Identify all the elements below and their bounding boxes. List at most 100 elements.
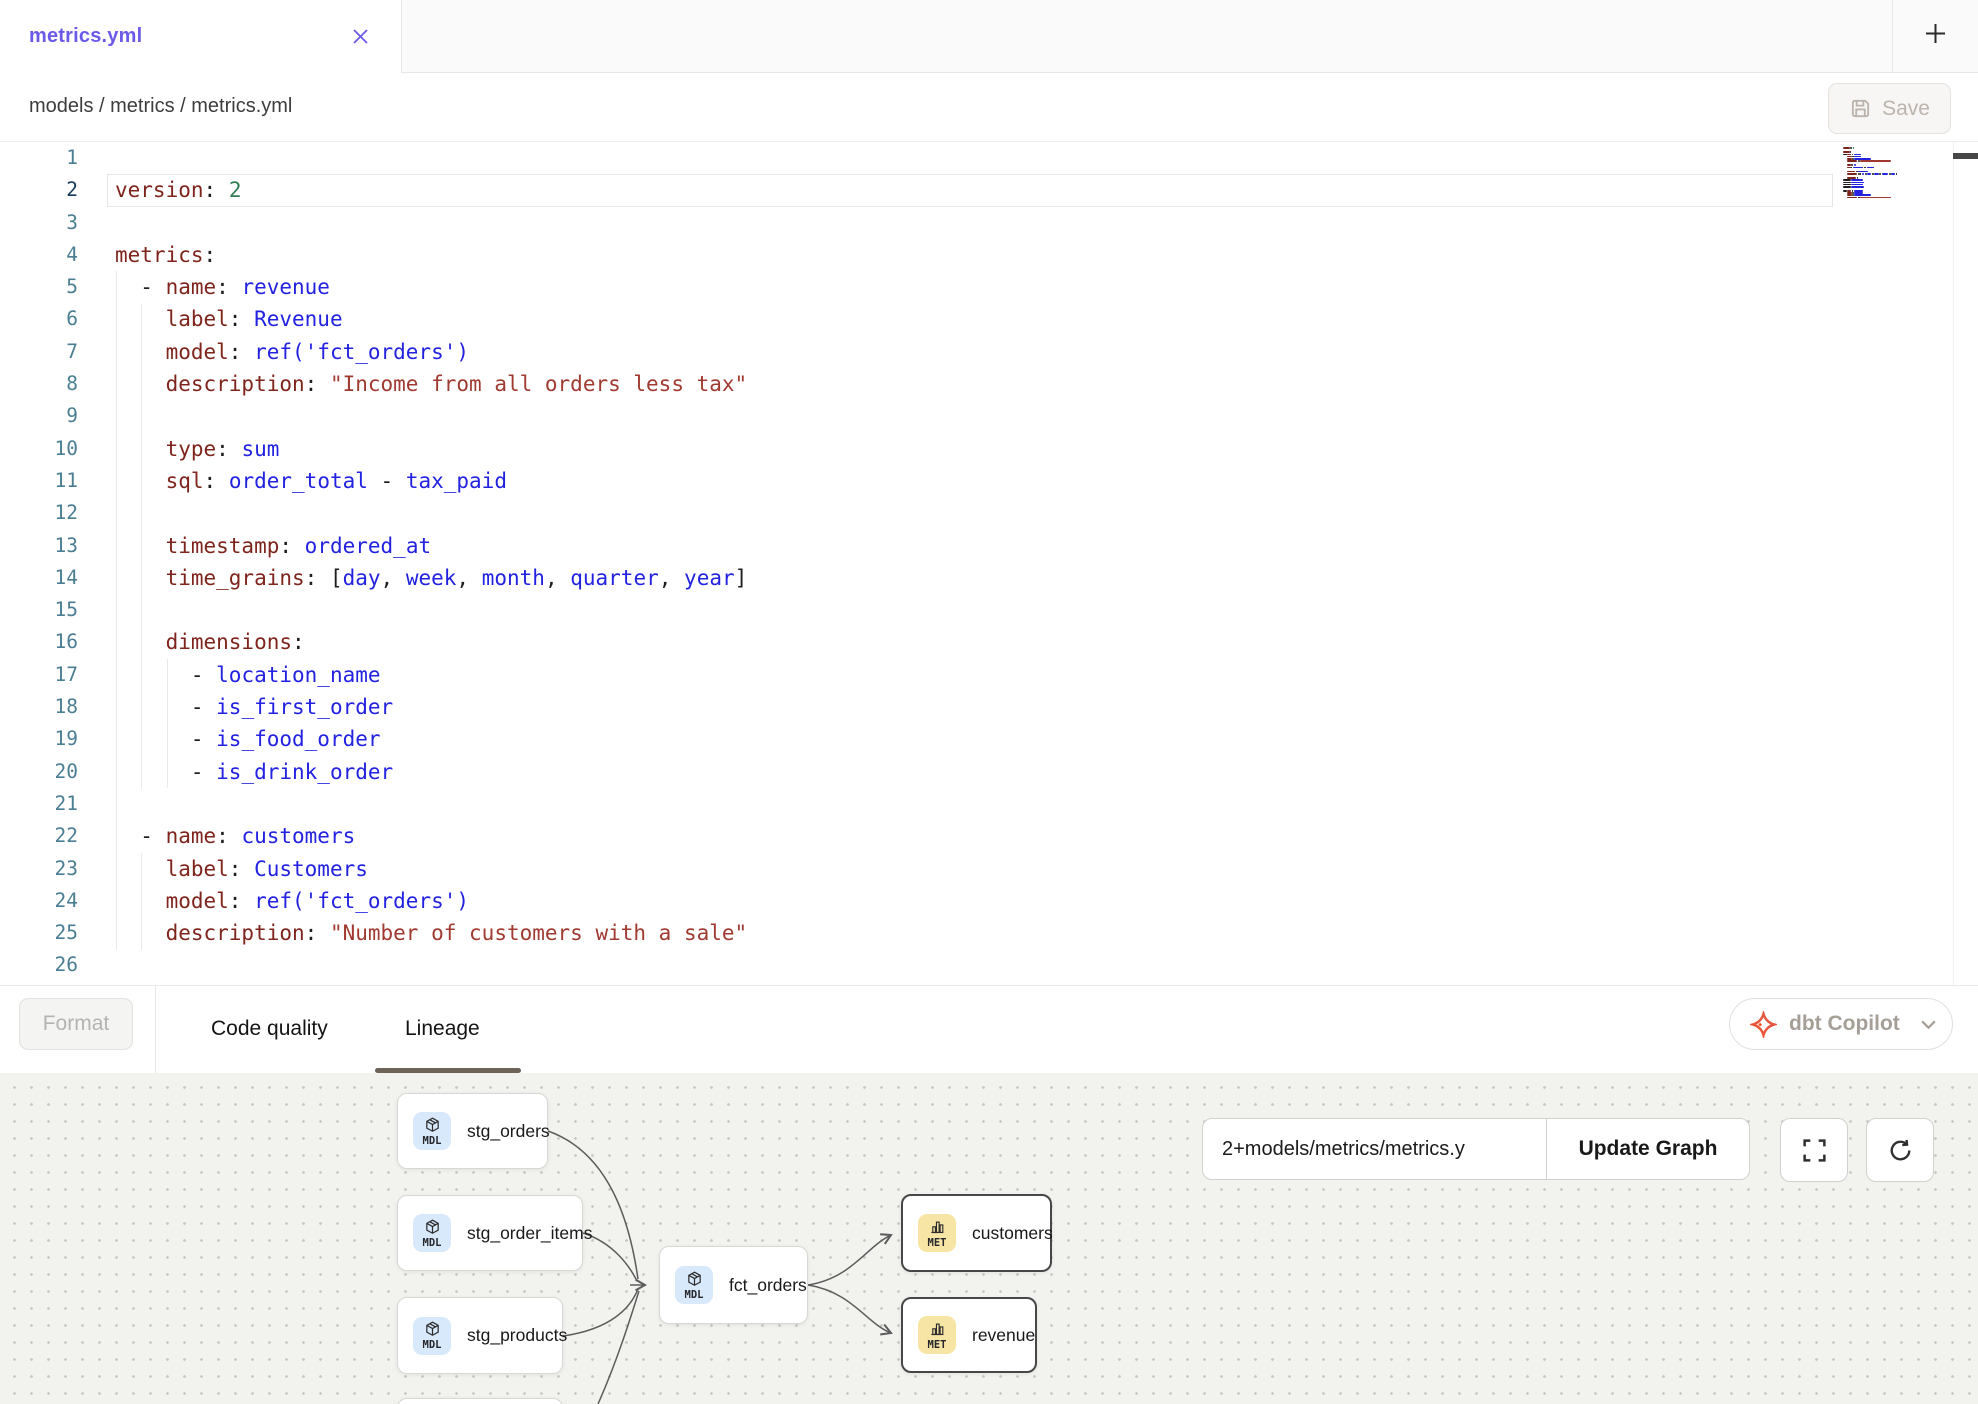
line-number: 3 [0,207,78,239]
code-line-20[interactable]: 20 - is_drink_order [0,756,1900,788]
breadcrumb: models / metrics / metrics.yml [29,73,292,140]
code-line-6[interactable]: 6 label: Revenue [0,303,1900,335]
line-number: 8 [0,368,78,400]
lineage-node-stg_products[interactable]: MDLstg_products [397,1297,563,1374]
line-number: 11 [0,465,78,497]
code-line-26[interactable]: 26 [0,949,1900,981]
new-tab-button[interactable] [1893,0,1978,72]
line-content: - location_name [115,659,381,691]
code-editor[interactable]: 12version: 234metrics:5 - name: revenue6… [0,141,1978,986]
lineage-node-stg_order_items[interactable]: MDLstg_order_items [397,1195,583,1271]
refresh-button[interactable] [1866,1118,1934,1182]
code-line-12[interactable]: 12 [0,497,1900,529]
overview-ruler [1953,142,1954,986]
code-line-2[interactable]: 2version: 2 [0,174,1900,206]
line-content: model: ref('fct_orders') [115,885,469,917]
code-line-14[interactable]: 14 time_grains: [day, week, month, quart… [0,562,1900,594]
model-cube-icon: MDL [675,1266,713,1304]
code-line-10[interactable]: 10 type: sum [0,433,1900,465]
code-line-4[interactable]: 4metrics: [0,239,1900,271]
line-content: description: "Income from all orders les… [115,368,747,400]
line-number: 1 [0,142,78,174]
lineage-node-revenue[interactable]: MET revenue [901,1297,1037,1373]
line-number: 15 [0,594,78,626]
fullscreen-icon [1801,1137,1828,1164]
line-number: 2 [0,174,78,206]
dbt-copilot-label: dbt Copilot [1789,1012,1900,1036]
line-number: 13 [0,530,78,562]
node-label: stg_products [467,1325,567,1346]
line-number: 7 [0,336,78,368]
code-line-25[interactable]: 25 description: "Number of customers wit… [0,917,1900,949]
line-content: - is_first_order [115,691,393,723]
code-line-18[interactable]: 18 - is_first_order [0,691,1900,723]
tab-metrics-yml[interactable]: metrics.yml [0,0,402,73]
node-label: fct_orders [729,1275,807,1296]
plus-icon [1924,22,1947,50]
model-cube-icon: MDL [413,1214,451,1252]
tab-code-quality[interactable]: Code quality [181,985,358,1073]
lineage-node-partial[interactable] [397,1398,563,1404]
code-line-11[interactable]: 11 sql: order_total - tax_paid [0,465,1900,497]
line-content: - is_drink_order [115,756,393,788]
lineage-node-customers[interactable]: MET customers [901,1194,1052,1272]
format-button[interactable]: Format [19,998,133,1050]
line-number: 9 [0,400,78,432]
badge-label: MET [928,1339,947,1351]
code-line-17[interactable]: 17 - location_name [0,659,1900,691]
code-line-9[interactable]: 9 [0,400,1900,432]
code-line-13[interactable]: 13 timestamp: ordered_at [0,530,1900,562]
code-line-19[interactable]: 19 - is_food_order [0,723,1900,755]
lineage-node-stg_orders[interactable]: MDLstg_orders [397,1093,548,1169]
code-line-7[interactable]: 7 model: ref('fct_orders') [0,336,1900,368]
node-label: stg_order_items [467,1223,592,1244]
line-content: label: Revenue [115,303,343,335]
close-icon[interactable] [352,28,369,45]
line-content: type: sum [115,433,279,465]
chevron-down-icon [1920,1018,1937,1031]
line-content: sql: order_total - tax_paid [115,465,507,497]
update-graph-button[interactable]: Update Graph [1547,1119,1749,1179]
lineage-node-fct_orders[interactable]: MDL fct_orders [659,1246,808,1324]
code-line-3[interactable]: 3 [0,207,1900,239]
line-content: timestamp: ordered_at [115,530,431,562]
toolbar-divider [155,985,156,1073]
graph-selector-field[interactable] [1203,1119,1547,1179]
code-line-5[interactable]: 5 - name: revenue [0,271,1900,303]
line-number: 14 [0,562,78,594]
metric-chart-icon: MET [918,1214,956,1252]
line-content: - name: revenue [115,271,330,303]
graph-selector-input[interactable] [1220,1137,1534,1162]
model-cube-icon: MDL [413,1317,451,1355]
badge-label: MDL [423,1135,442,1147]
code-line-23[interactable]: 23 label: Customers [0,853,1900,885]
node-label: customers [972,1223,1053,1244]
refresh-icon [1887,1137,1914,1164]
code-line-15[interactable]: 15 [0,594,1900,626]
code-line-1[interactable]: 1 [0,142,1900,174]
line-number: 26 [0,949,78,981]
minimap[interactable] [1843,145,1897,225]
fullscreen-button[interactable] [1780,1118,1848,1182]
line-content: description: "Number of customers with a… [115,917,747,949]
save-label: Save [1882,97,1930,121]
node-label: revenue [972,1325,1035,1346]
code-line-8[interactable]: 8 description: "Income from all orders l… [0,368,1900,400]
code-line-21[interactable]: 21 [0,788,1900,820]
tab-lineage[interactable]: Lineage [375,985,510,1073]
line-content: label: Customers [115,853,368,885]
code-line-24[interactable]: 24 model: ref('fct_orders') [0,885,1900,917]
code-lines[interactable]: 12version: 234metrics:5 - name: revenue6… [0,142,1900,982]
line-number: 25 [0,917,78,949]
dbt-copilot-button[interactable]: dbt Copilot [1729,998,1953,1050]
tab-title: metrics.yml [29,25,142,48]
code-line-16[interactable]: 16 dimensions: [0,626,1900,658]
save-button[interactable]: Save [1828,83,1951,134]
badge-label: MET [928,1237,947,1249]
badge-label: MDL [685,1289,704,1301]
line-number: 23 [0,853,78,885]
code-line-22[interactable]: 22 - name: customers [0,820,1900,852]
badge-label: MDL [423,1237,442,1249]
line-number: 16 [0,626,78,658]
line-content: - is_food_order [115,723,381,755]
